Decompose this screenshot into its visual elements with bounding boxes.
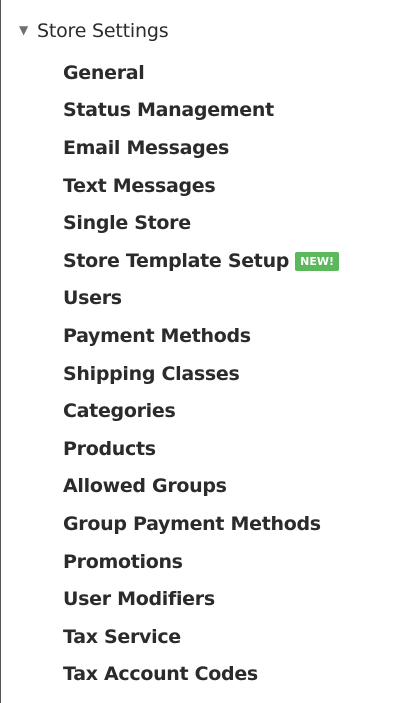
menu-item-label: Allowed Groups bbox=[63, 475, 227, 498]
menu-item-label: Text Messages bbox=[63, 174, 216, 197]
menu-item-store-template-setup[interactable]: Store Template Setup NEW! bbox=[63, 242, 339, 280]
triangle-down-icon: ▼ bbox=[19, 23, 29, 37]
menu-item-email-messages[interactable]: Email Messages bbox=[63, 129, 339, 167]
menu-item-general[interactable]: General bbox=[63, 54, 339, 92]
menu-item-label: Group Payment Methods bbox=[63, 512, 321, 535]
menu-item-label: Shipping Classes bbox=[63, 362, 240, 385]
menu-item-label: Single Store bbox=[63, 212, 191, 235]
menu-item-categories[interactable]: Categories bbox=[63, 392, 339, 430]
menu-item-tax-service[interactable]: Tax Service bbox=[63, 618, 339, 656]
menu-item-user-modifiers[interactable]: User Modifiers bbox=[63, 580, 339, 618]
menu-item-label: Store Template Setup bbox=[63, 249, 290, 272]
store-settings-toggle[interactable]: ▼ Store Settings bbox=[19, 18, 169, 44]
menu-item-users[interactable]: Users bbox=[63, 280, 339, 318]
menu-item-tax-account-codes[interactable]: Tax Account Codes bbox=[63, 656, 339, 694]
menu-item-label: Payment Methods bbox=[63, 324, 251, 347]
menu-item-promotions[interactable]: Promotions bbox=[63, 543, 339, 581]
menu-item-status-management[interactable]: Status Management bbox=[63, 92, 339, 130]
menu-item-payment-methods[interactable]: Payment Methods bbox=[63, 317, 339, 355]
menu-item-label: Tax Service bbox=[63, 625, 181, 648]
menu-item-label: Products bbox=[63, 437, 156, 460]
menu-item-shipping-classes[interactable]: Shipping Classes bbox=[63, 355, 339, 393]
menu-item-text-messages[interactable]: Text Messages bbox=[63, 167, 339, 205]
menu-item-label: Tax Account Codes bbox=[63, 663, 258, 686]
menu-item-products[interactable]: Products bbox=[63, 430, 339, 468]
menu-item-label: Categories bbox=[63, 400, 176, 423]
store-settings-menu: General Status Management Email Messages… bbox=[63, 54, 339, 693]
menu-item-label: Email Messages bbox=[63, 136, 230, 159]
menu-item-single-store[interactable]: Single Store bbox=[63, 204, 339, 242]
menu-item-group-payment-methods[interactable]: Group Payment Methods bbox=[63, 505, 339, 543]
menu-item-allowed-groups[interactable]: Allowed Groups bbox=[63, 468, 339, 506]
new-badge: NEW! bbox=[295, 252, 339, 272]
section-title: Store Settings bbox=[37, 20, 169, 42]
menu-item-label: General bbox=[63, 61, 145, 84]
menu-item-label: Users bbox=[63, 287, 122, 310]
menu-item-label: Status Management bbox=[63, 99, 274, 122]
store-settings-panel: ▼ Store Settings General Status Manageme… bbox=[0, 0, 407, 703]
menu-item-label: Promotions bbox=[63, 550, 183, 573]
menu-item-label: User Modifiers bbox=[63, 588, 215, 611]
